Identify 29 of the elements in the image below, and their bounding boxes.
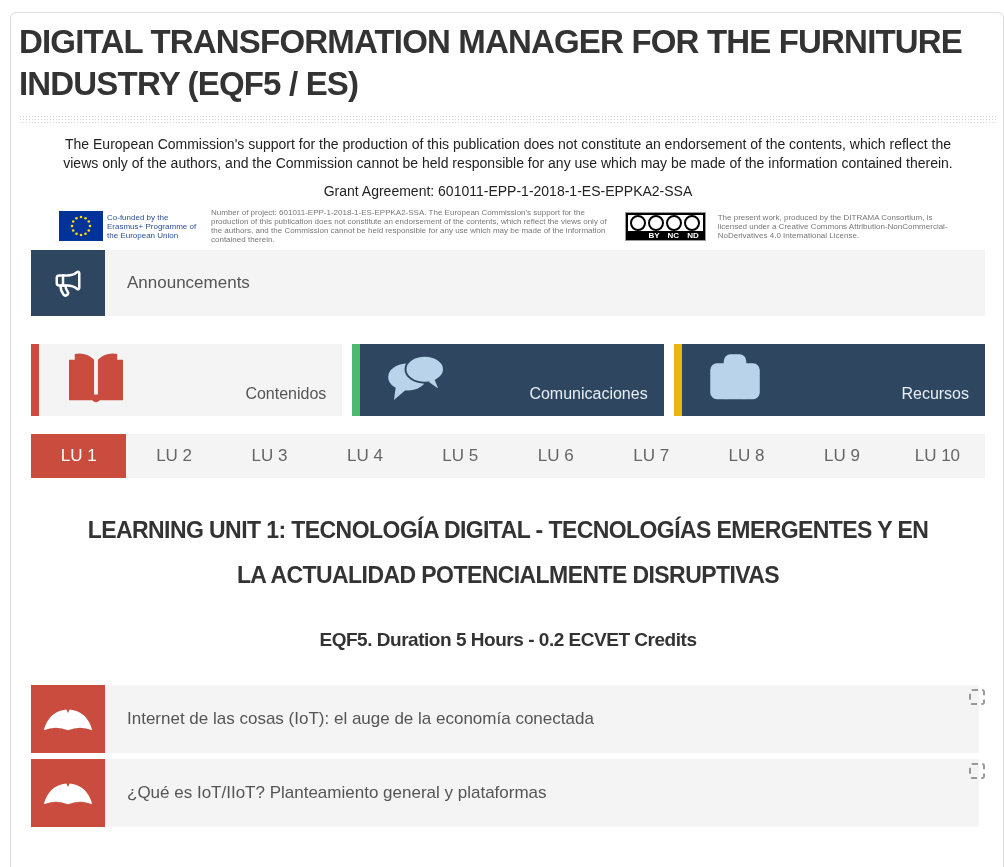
unit-tab[interactable]: LU 7 — [603, 434, 699, 478]
unit-tab[interactable]: LU 8 — [698, 434, 795, 478]
completion-checkbox[interactable] — [969, 688, 985, 705]
megaphone-icon — [53, 268, 83, 298]
unit-title: LEARNING UNIT 1: TECNOLOGÍA DIGITAL - TECNOLOGÍAS EMERGENTES Y EN LA ACTUALIDAD POTENCIALMENTE DISRUPTIVAS — [86, 515, 930, 590]
cc-license-badge: BY NC ND — [625, 211, 706, 241]
disclaimer-text: The European Commission's support for the production of this publication does not constitute an endorsement of the contents, which reflect the views only of the authors, and the Commission cannot be held responsible for any use which may be made of the information contained therein. — [62, 135, 954, 173]
unit-tab[interactable]: LU 4 — [317, 434, 413, 478]
unit-tab[interactable]: LU 9 — [794, 434, 890, 478]
page-title: DIGITAL TRANSFORMATION MANAGER FOR THE FURNITURE INDUSTRY (EQF5 / ES) — [19, 22, 963, 104]
completion-checkbox[interactable] — [969, 762, 985, 779]
unit-tab[interactable]: LU 5 — [412, 434, 509, 478]
section-tile[interactable]: Recursos — [673, 344, 985, 416]
license-text: The present work, produced by the DITRAMA Consortium, is licensed under a Creative Commons Attribution-NonCommercial-NoDerivatives 4.0 International License. — [717, 212, 949, 240]
announcements-link[interactable]: Announcements — [31, 250, 985, 316]
unit-tab[interactable]: LU 2 — [126, 434, 222, 478]
project-note: Number of project: 601011-EPP-1-2018-1-ES-EPPKA2-SSA. The European Commission's support for the production of this publication does not constitute an endorsement of the contents, which reflect the views only of the authors, and the Commission cannot be held responsible for any use which may be made of the information contained therein. — [211, 208, 608, 244]
activity-link[interactable]: Internet de las cosas (IoT): el auge de la economía conectada — [31, 684, 979, 753]
unit-subtitle: EQF5. Duration 5 Hours - 0.2 ECVET Credits — [318, 628, 698, 652]
section-tile[interactable]: Comunicaciones — [352, 344, 664, 416]
section-tile[interactable]: Contenidos — [31, 344, 343, 416]
erasmus-logo-text: Co-funded by the Erasmus+ Programme of the European Union — [107, 212, 198, 240]
unit-tab[interactable]: LU 1 — [31, 434, 127, 478]
activity-link[interactable]: ¿Qué es IoT/IIoT? Planteamiento general y plataformas — [31, 758, 979, 827]
unit-tab[interactable]: LU 10 — [889, 434, 986, 478]
grant-text: Grant Agreement: 601011-EPP-1-2018-1-ES-EPPKA2-SSA — [322, 182, 694, 201]
unit-tab[interactable]: LU 3 — [221, 434, 318, 478]
eu-flag-icon — [59, 211, 103, 241]
unit-tab[interactable]: LU 6 — [508, 434, 604, 478]
